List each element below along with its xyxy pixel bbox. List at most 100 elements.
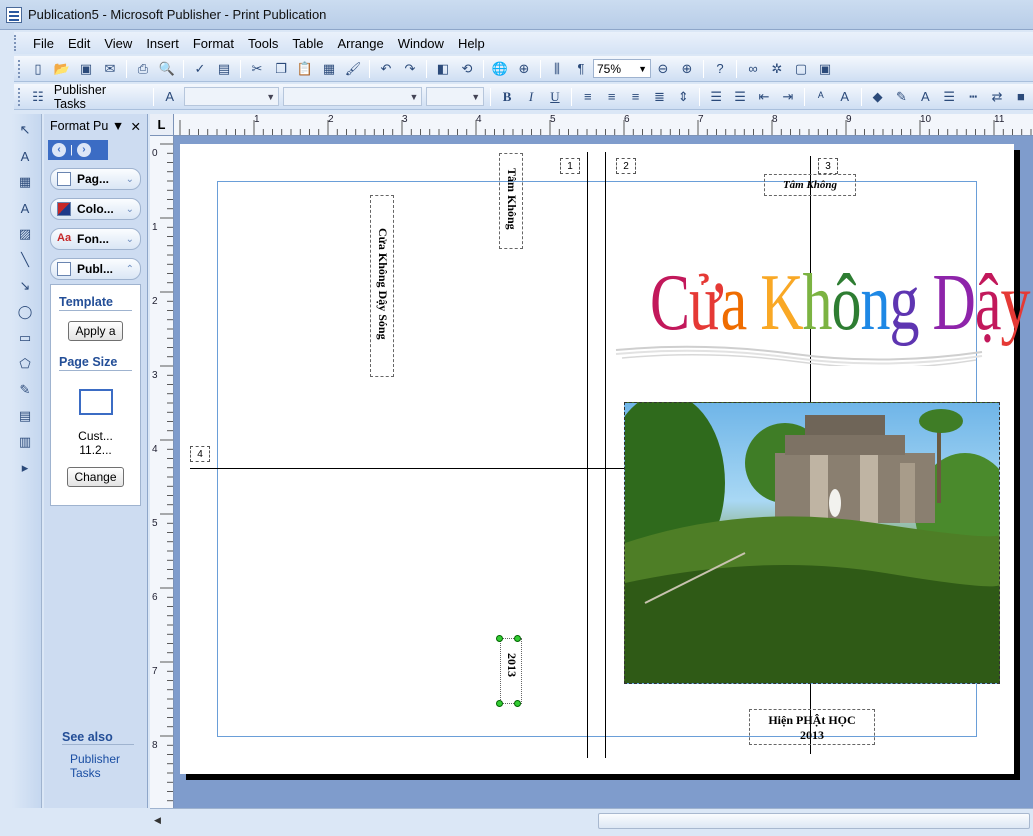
oval-tool-icon[interactable]: ◯	[15, 302, 35, 322]
toolbar-grip[interactable]	[18, 59, 22, 78]
horizontal-scrollbar[interactable]: ◀	[150, 808, 1033, 836]
menu-insert[interactable]: Insert	[139, 36, 186, 51]
chevron-down-icon[interactable]: ▼	[112, 119, 124, 133]
undo-icon[interactable]: ↶	[376, 59, 396, 79]
rectangle-tool-icon[interactable]: ▭	[15, 328, 35, 348]
research-icon[interactable]: ▤	[214, 59, 234, 79]
shadow-style-icon[interactable]: ■	[1011, 87, 1031, 107]
decrease-indent-icon[interactable]: ⇤	[754, 87, 774, 107]
cover-photo[interactable]	[624, 402, 1000, 684]
break-link-icon[interactable]: ✲	[767, 59, 787, 79]
ruler-corner[interactable]: L	[150, 114, 174, 136]
arrow-style-icon[interactable]: ⇄	[987, 87, 1007, 107]
page-size-thumbnail[interactable]	[78, 389, 113, 415]
front-author-box[interactable]: Tâm Không	[764, 174, 856, 196]
select-objects-icon[interactable]: ↖	[15, 120, 35, 140]
task-pane-header[interactable]: Format Pu ▼ ✕	[44, 114, 147, 138]
font-size-select[interactable]: ▼	[426, 87, 485, 106]
spine-author-box[interactable]: Tâm Không	[499, 153, 523, 249]
paste-special-icon[interactable]: ▦	[319, 59, 339, 79]
form-control-icon[interactable]: ▥	[15, 432, 35, 452]
horizontal-ruler[interactable]: 1 2 3 4 5 6 7 8 9 10 11	[174, 114, 1033, 136]
zoom-out-icon[interactable]: ⊖	[653, 59, 673, 79]
color-schemes-button[interactable]: Colo... ⌄	[50, 198, 141, 220]
cut-icon[interactable]: ✂	[247, 59, 267, 79]
menu-help[interactable]: Help	[451, 36, 492, 51]
justify-icon[interactable]: ≣	[650, 87, 670, 107]
pilcrow-icon[interactable]: ¶	[571, 59, 591, 79]
dash-style-icon[interactable]: ┅	[963, 87, 983, 107]
paste-icon[interactable]: 📋	[295, 59, 315, 79]
zoom-object-icon[interactable]: ⊕	[514, 59, 534, 79]
resize-handle[interactable]	[514, 635, 521, 642]
publisher-box[interactable]: Hiện PHẬt HỌC 2013	[749, 709, 875, 745]
hot-spot-icon[interactable]: ▤	[15, 406, 35, 426]
align-right-icon[interactable]: ≡	[626, 87, 646, 107]
mail-icon[interactable]: ✉	[100, 59, 120, 79]
font-color-icon[interactable]: A	[915, 87, 935, 107]
menu-file[interactable]: File	[26, 36, 61, 51]
font-schemes-button[interactable]: Aa Fon... ⌄	[50, 228, 141, 250]
line-style-icon[interactable]: ☰	[939, 87, 959, 107]
tasks-icon[interactable]: ☷	[28, 87, 48, 107]
scrollbar-thumb[interactable]	[598, 813, 1030, 829]
resize-handle[interactable]	[496, 635, 503, 642]
arrow-tool-icon[interactable]: ↘	[15, 276, 35, 296]
insert-table-icon[interactable]: ▦	[15, 172, 35, 192]
menu-view[interactable]: View	[97, 36, 139, 51]
menu-table[interactable]: Table	[285, 36, 330, 51]
format-painter-icon[interactable]: 🖌	[343, 59, 363, 79]
wordart-tool-icon[interactable]: A	[15, 198, 35, 218]
style-select[interactable]: ▼	[183, 87, 280, 106]
align-left-icon[interactable]: ≡	[578, 87, 598, 107]
menu-format[interactable]: Format	[186, 36, 241, 51]
align-center-icon[interactable]: ≡	[602, 87, 622, 107]
redo-icon[interactable]: ↷	[400, 59, 420, 79]
close-icon[interactable]: ✕	[131, 119, 141, 134]
menu-arrange[interactable]: Arrange	[330, 36, 390, 51]
font-select[interactable]: ▼	[283, 87, 423, 106]
print-preview-icon[interactable]: 🔍	[157, 59, 177, 79]
resize-handle[interactable]	[496, 700, 503, 707]
help-icon[interactable]: ?	[710, 59, 730, 79]
bullets-icon[interactable]: ☰	[730, 87, 750, 107]
publication-page[interactable]: 1 2 3 4 Tâm Không Cửa Không Dậy Sóng 201…	[180, 144, 1031, 774]
autoshapes-icon[interactable]: ⬠	[15, 354, 35, 374]
line-tool-icon[interactable]: ╲	[15, 250, 35, 270]
spine-year-box[interactable]: 2013	[500, 638, 522, 704]
underline-button[interactable]: U	[545, 87, 565, 107]
scroll-left-icon[interactable]: ◀	[154, 815, 161, 826]
text-box-icon[interactable]: ▢	[791, 59, 811, 79]
bring-forward-icon[interactable]: ◧	[433, 59, 453, 79]
link-icon[interactable]: ∞	[743, 59, 763, 79]
fill-color-icon[interactable]: ◆	[868, 87, 888, 107]
change-page-size-button[interactable]: Change	[67, 467, 124, 487]
resize-handle[interactable]	[514, 700, 521, 707]
increase-font-icon[interactable]: A	[835, 87, 855, 107]
publication-options-button[interactable]: Publ... ⌃	[50, 258, 141, 280]
menu-edit[interactable]: Edit	[61, 36, 97, 51]
zoom-in-icon[interactable]: ⊕	[677, 59, 697, 79]
copy-icon[interactable]: ❐	[271, 59, 291, 79]
increase-indent-icon[interactable]: ⇥	[778, 87, 798, 107]
italic-button[interactable]: I	[521, 87, 541, 107]
numbering-icon[interactable]: ☰	[706, 87, 726, 107]
hyperlink-icon[interactable]: 🌐	[490, 59, 510, 79]
print-icon[interactable]: ⎙	[133, 59, 153, 79]
open-icon[interactable]: 📂	[52, 59, 72, 79]
columns-icon[interactable]: ⫼	[547, 59, 567, 79]
menu-window[interactable]: Window	[391, 36, 451, 51]
decrease-font-icon[interactable]: ᴬ	[811, 87, 831, 107]
new-icon[interactable]: ▯	[28, 59, 48, 79]
vertical-ruler[interactable]: 0 1 2 3 4 5 6 7 8	[150, 136, 174, 808]
save-icon[interactable]: ▣	[76, 59, 96, 79]
menubar-grip[interactable]	[14, 35, 18, 51]
menu-tools[interactable]: Tools	[241, 36, 285, 51]
line-color-icon[interactable]: ✎	[892, 87, 912, 107]
bold-button[interactable]: B	[497, 87, 517, 107]
workspace[interactable]: 1 2 3 4 Tâm Không Cửa Không Dậy Sóng 201…	[174, 136, 1033, 808]
back-icon[interactable]: ‹	[52, 143, 66, 157]
publisher-tasks-button[interactable]: Publisher Tasks	[54, 83, 141, 111]
spelling-icon[interactable]: ✓	[190, 59, 210, 79]
design-gallery-icon[interactable]: ✎	[15, 380, 35, 400]
